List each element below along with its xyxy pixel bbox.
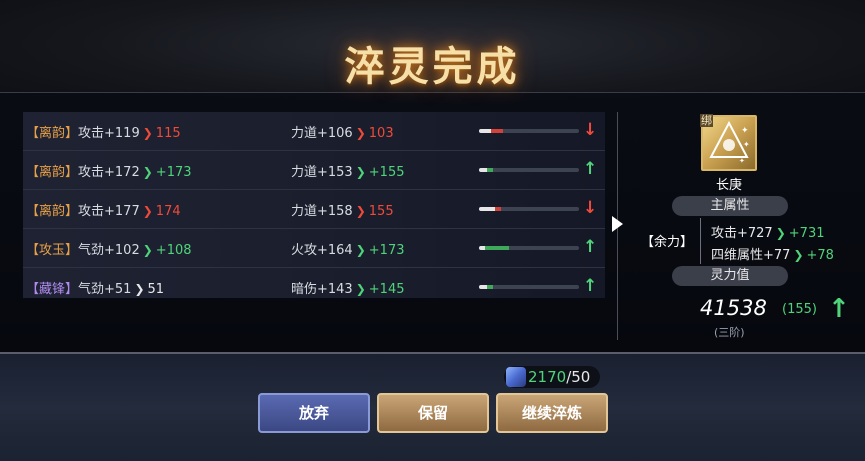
bar-fill-change [491,129,503,133]
table-row: 【藏锋】气劲+51 ❯ 51 暗伤+143 ❯ +145 ↑ [23,268,605,298]
power-header: 灵力值 [672,266,788,286]
bar-fill-base [479,285,487,289]
continue-refine-button[interactable]: 继续淬炼 [496,393,608,433]
attribute-table: 【离韵】攻击+119 ❯ 115 力道+106 ❯ 103 ↓ 【离韵】攻击+172 ❯ +173… [23,112,605,298]
stat-base: 暗伤+143 [291,282,353,297]
stat-new: +155 [368,165,405,180]
attr-base: 四维属性+77 [711,248,791,263]
main-attr-header: 主属性 [672,196,788,216]
svg-text:✦: ✦ [739,157,745,165]
quality-bar [479,129,579,133]
change-arrow-icon: ❯ [134,282,145,296]
stat-base: 力道+106 [291,126,353,141]
stat-primary: 【藏锋】气劲+51 ❯ 51 [26,278,164,297]
change-arrow-icon: ❯ [355,204,366,218]
quality-bar [479,246,579,250]
change-arrow-icon: ❯ [142,243,153,257]
crystal-icon [506,367,526,387]
change-arrow-icon: ❯ [355,282,366,296]
bar-fill-change [485,246,509,250]
change-arrow-icon: ❯ [142,204,153,218]
stat-new: 103 [368,126,394,141]
stat-secondary: 力道+158 ❯ 155 [291,200,394,219]
pointer-arrow-icon [612,216,623,232]
stat-new: 174 [155,204,181,219]
change-arrow-icon: ❯ [142,126,153,140]
stat-new: +173 [368,243,405,258]
bar-fill-change [487,168,493,172]
item-name: 长庚 [715,178,742,193]
stat-base: 攻击+119 [78,126,140,141]
attr-base: 攻击+727 [711,226,773,241]
down-arrow-icon: ↓ [583,120,598,140]
discard-button[interactable]: 放弃 [258,393,370,433]
stat-base: 火攻+164 [291,243,353,258]
affix-tag: 【藏锋】 [26,282,79,297]
up-arrow-icon: ↑ [583,276,598,296]
down-arrow-icon: ↓ [583,198,598,218]
attr-divider [700,218,701,264]
keep-button[interactable]: 保留 [377,393,489,433]
change-arrow-icon: ❯ [355,126,366,140]
bar-fill-base [479,207,495,211]
stat-primary: 【离韵】攻击+177 ❯ 174 [26,200,181,219]
stat-secondary: 力道+106 ❯ 103 [291,122,394,141]
stat-primary: 【离韵】攻击+119 ❯ 115 [26,122,181,141]
stat-secondary: 火攻+164 ❯ +173 [291,239,405,258]
svg-text:✦: ✦ [743,140,750,149]
stat-new: 115 [155,126,181,141]
table-row: 【离韵】攻击+119 ❯ 115 力道+106 ❯ 103 ↓ [23,112,605,151]
tier-label: (三阶) [714,326,745,339]
quality-bar [479,207,579,211]
stat-base: 气劲+102 [78,243,140,258]
bound-badge: 绑 [700,114,713,127]
stat-base: 气劲+51 [78,282,132,297]
cost-display: 2170/50 [504,366,600,388]
change-arrow-icon: ❯ [355,243,366,257]
up-arrow-icon: ❯ [775,226,786,240]
quality-bar [479,285,579,289]
bar-fill-base [479,129,491,133]
power-up-arrow-icon: ↑ [828,294,850,324]
power-delta: (155) [782,302,817,317]
set-label: 【余力】 [641,235,694,250]
attr-new: +78 [806,248,834,263]
stat-new: +173 [155,165,192,180]
up-arrow-icon: ↑ [583,159,598,179]
up-arrow-icon: ↑ [583,237,598,257]
change-arrow-icon: ❯ [142,165,153,179]
quality-bar [479,168,579,172]
change-arrow-icon: ❯ [355,165,366,179]
stat-base: 力道+158 [291,204,353,219]
power-value: 41538 [700,296,767,320]
attr-row-1: 攻击+727 ❯ +731 [711,222,825,241]
cost-text: 2170/50 [528,368,591,386]
attr-row-2: 四维属性+77 ❯ +78 [711,244,834,263]
stat-new: +145 [368,282,405,297]
up-arrow-icon: ❯ [793,248,804,262]
stat-secondary: 力道+153 ❯ +155 [291,161,405,180]
stat-primary: 【攻玉】气劲+102 ❯ +108 [26,239,192,258]
bar-fill-base [479,168,487,172]
stat-base: 攻击+172 [78,165,140,180]
svg-text:✦: ✦ [741,126,749,136]
table-row: 【离韵】攻击+177 ❯ 174 力道+158 ❯ 155 ↓ [23,190,605,229]
affix-tag: 【攻玉】 [26,243,79,258]
stat-base: 攻击+177 [78,204,140,219]
stat-secondary: 暗伤+143 ❯ +145 [291,278,405,297]
page-title: 淬灵完成 [344,43,521,90]
stat-new: 155 [368,204,394,219]
stat-base: 力道+153 [291,165,353,180]
table-row: 【离韵】攻击+172 ❯ +173 力道+153 ❯ +155 ↑ [23,151,605,190]
bar-fill-change [495,207,501,211]
affix-tag: 【离韵】 [26,204,79,219]
affix-tag: 【离韵】 [26,165,79,180]
table-row: 【攻玉】气劲+102 ❯ +108 火攻+164 ❯ +173 ↑ [23,229,605,268]
stat-primary: 【离韵】攻击+172 ❯ +173 [26,161,192,180]
bar-fill-change [487,285,493,289]
affix-tag: 【离韵】 [26,126,79,141]
stat-new: +108 [155,243,192,258]
attr-new: +731 [788,226,825,241]
stat-new: 51 [147,282,165,297]
